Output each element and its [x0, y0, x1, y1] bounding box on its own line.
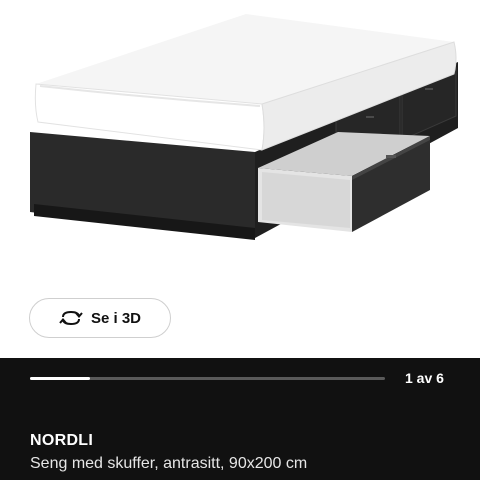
- view-in-3d-button[interactable]: Se i 3D: [29, 298, 171, 338]
- product-description: Seng med skuffer, antrasitt, 90x200 cm: [30, 455, 308, 472]
- product-name[interactable]: NORDLI: [30, 432, 93, 450]
- carousel-counter: 1 av 6: [405, 370, 444, 386]
- product-image[interactable]: [0, 0, 480, 280]
- product-info-panel: 1 av 6 NORDLI Seng med skuffer, antrasit…: [0, 358, 480, 480]
- rotate-3d-icon: [59, 309, 83, 327]
- view-in-3d-label: Se i 3D: [90, 309, 142, 327]
- carousel-progress-bar[interactable]: [30, 377, 385, 380]
- bed-illustration: [30, 14, 458, 240]
- carousel-progress-fill: [30, 377, 91, 380]
